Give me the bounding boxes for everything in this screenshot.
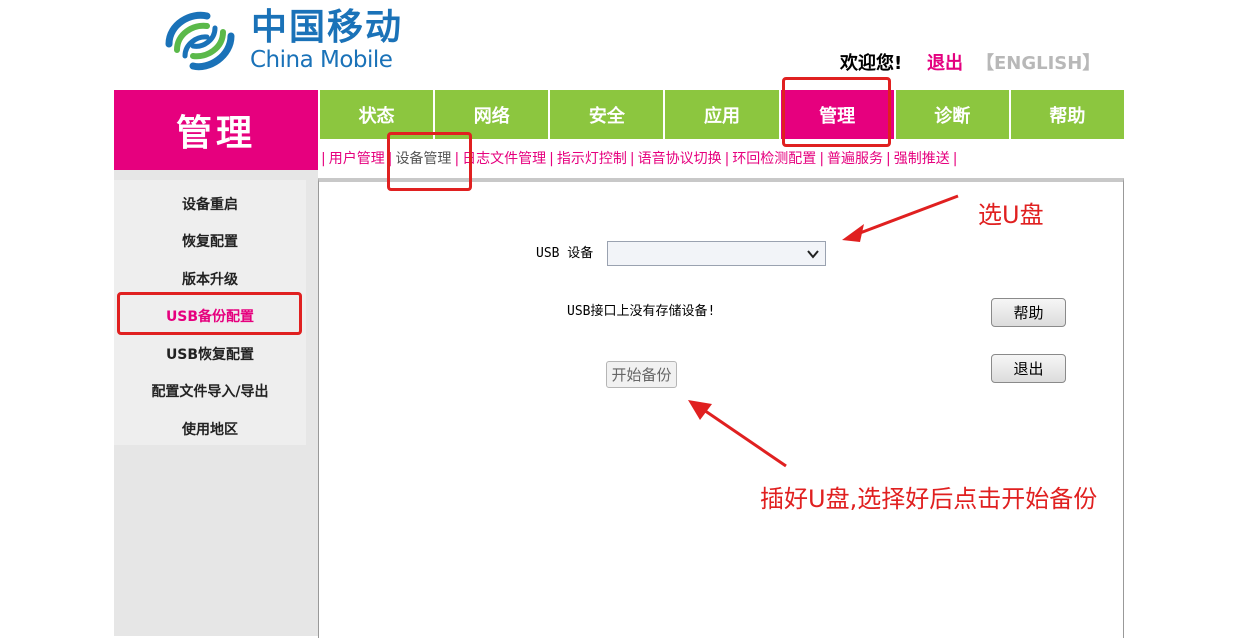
highlight-box-usb-backup <box>117 292 302 335</box>
english-language-link[interactable]: 【ENGLISH】 <box>976 52 1100 76</box>
annotation-arrow-icon <box>842 194 959 242</box>
subnav-user-management[interactable]: 用户管理 <box>329 151 385 167</box>
tab-diagnosis[interactable]: 诊断 <box>895 90 1011 139</box>
welcome-text: 欢迎您! <box>840 53 903 74</box>
subnav-voice-protocol[interactable]: 语音协议切换 <box>638 151 722 167</box>
start-backup-button[interactable]: 开始备份 <box>606 361 677 388</box>
tab-help[interactable]: 帮助 <box>1010 90 1124 139</box>
china-mobile-logo-icon <box>165 11 235 71</box>
sidebar-item-usb-restore-config[interactable]: USB恢复配置 <box>114 345 306 365</box>
subnav-separator: | <box>952 151 958 167</box>
sidebar-item-config-import-export[interactable]: 配置文件导入/导出 <box>114 382 306 402</box>
subnav-universal-service[interactable]: 普遍服务 <box>827 151 883 167</box>
subnav-led-control[interactable]: 指示灯控制 <box>557 151 627 167</box>
section-title: 管理 <box>114 90 318 170</box>
sidebar-item-restore-config[interactable]: 恢复配置 <box>114 232 306 252</box>
sidebar-item-version-upgrade[interactable]: 版本升级 <box>114 270 306 290</box>
annotation-arrow-icon <box>688 400 787 468</box>
subnav-forced-push[interactable]: 强制推送 <box>894 151 950 167</box>
subnav-separator: | <box>629 151 635 167</box>
tab-application[interactable]: 应用 <box>665 90 781 139</box>
logo-chinese-text: 中国移动 <box>251 7 404 48</box>
subnav-separator: | <box>724 151 730 167</box>
tab-security[interactable]: 安全 <box>550 90 666 139</box>
sidebar-item-device-restart[interactable]: 设备重启 <box>114 195 306 215</box>
help-button[interactable]: 帮助 <box>991 298 1066 327</box>
no-storage-device-message: USB接口上没有存储设备! <box>567 304 716 319</box>
annotation-insert-usb-tip: 插好U盘,选择好后点击开始备份 <box>760 485 1098 513</box>
chevron-down-icon <box>807 250 819 259</box>
exit-button[interactable]: 退出 <box>991 354 1066 383</box>
subnav-separator: | <box>819 151 825 167</box>
usb-device-select[interactable] <box>607 241 826 266</box>
sidebar-item-region[interactable]: 使用地区 <box>114 420 306 440</box>
usb-device-label: USB 设备 <box>536 246 594 261</box>
highlight-box-device-management <box>387 132 472 191</box>
subnav-separator: | <box>886 151 891 167</box>
logout-link[interactable]: 退出 <box>927 52 963 76</box>
subnav-loopback-detection[interactable]: 环回检测配置 <box>732 151 816 167</box>
highlight-box-management-tab <box>782 77 891 147</box>
subnav-separator: | <box>549 151 554 167</box>
annotation-select-usb: 选U盘 <box>978 201 1044 229</box>
logo-english-text: China Mobile <box>250 47 393 73</box>
subnav-log-file-management[interactable]: 日志文件管理 <box>462 151 546 167</box>
subnav-separator: | <box>321 151 326 167</box>
